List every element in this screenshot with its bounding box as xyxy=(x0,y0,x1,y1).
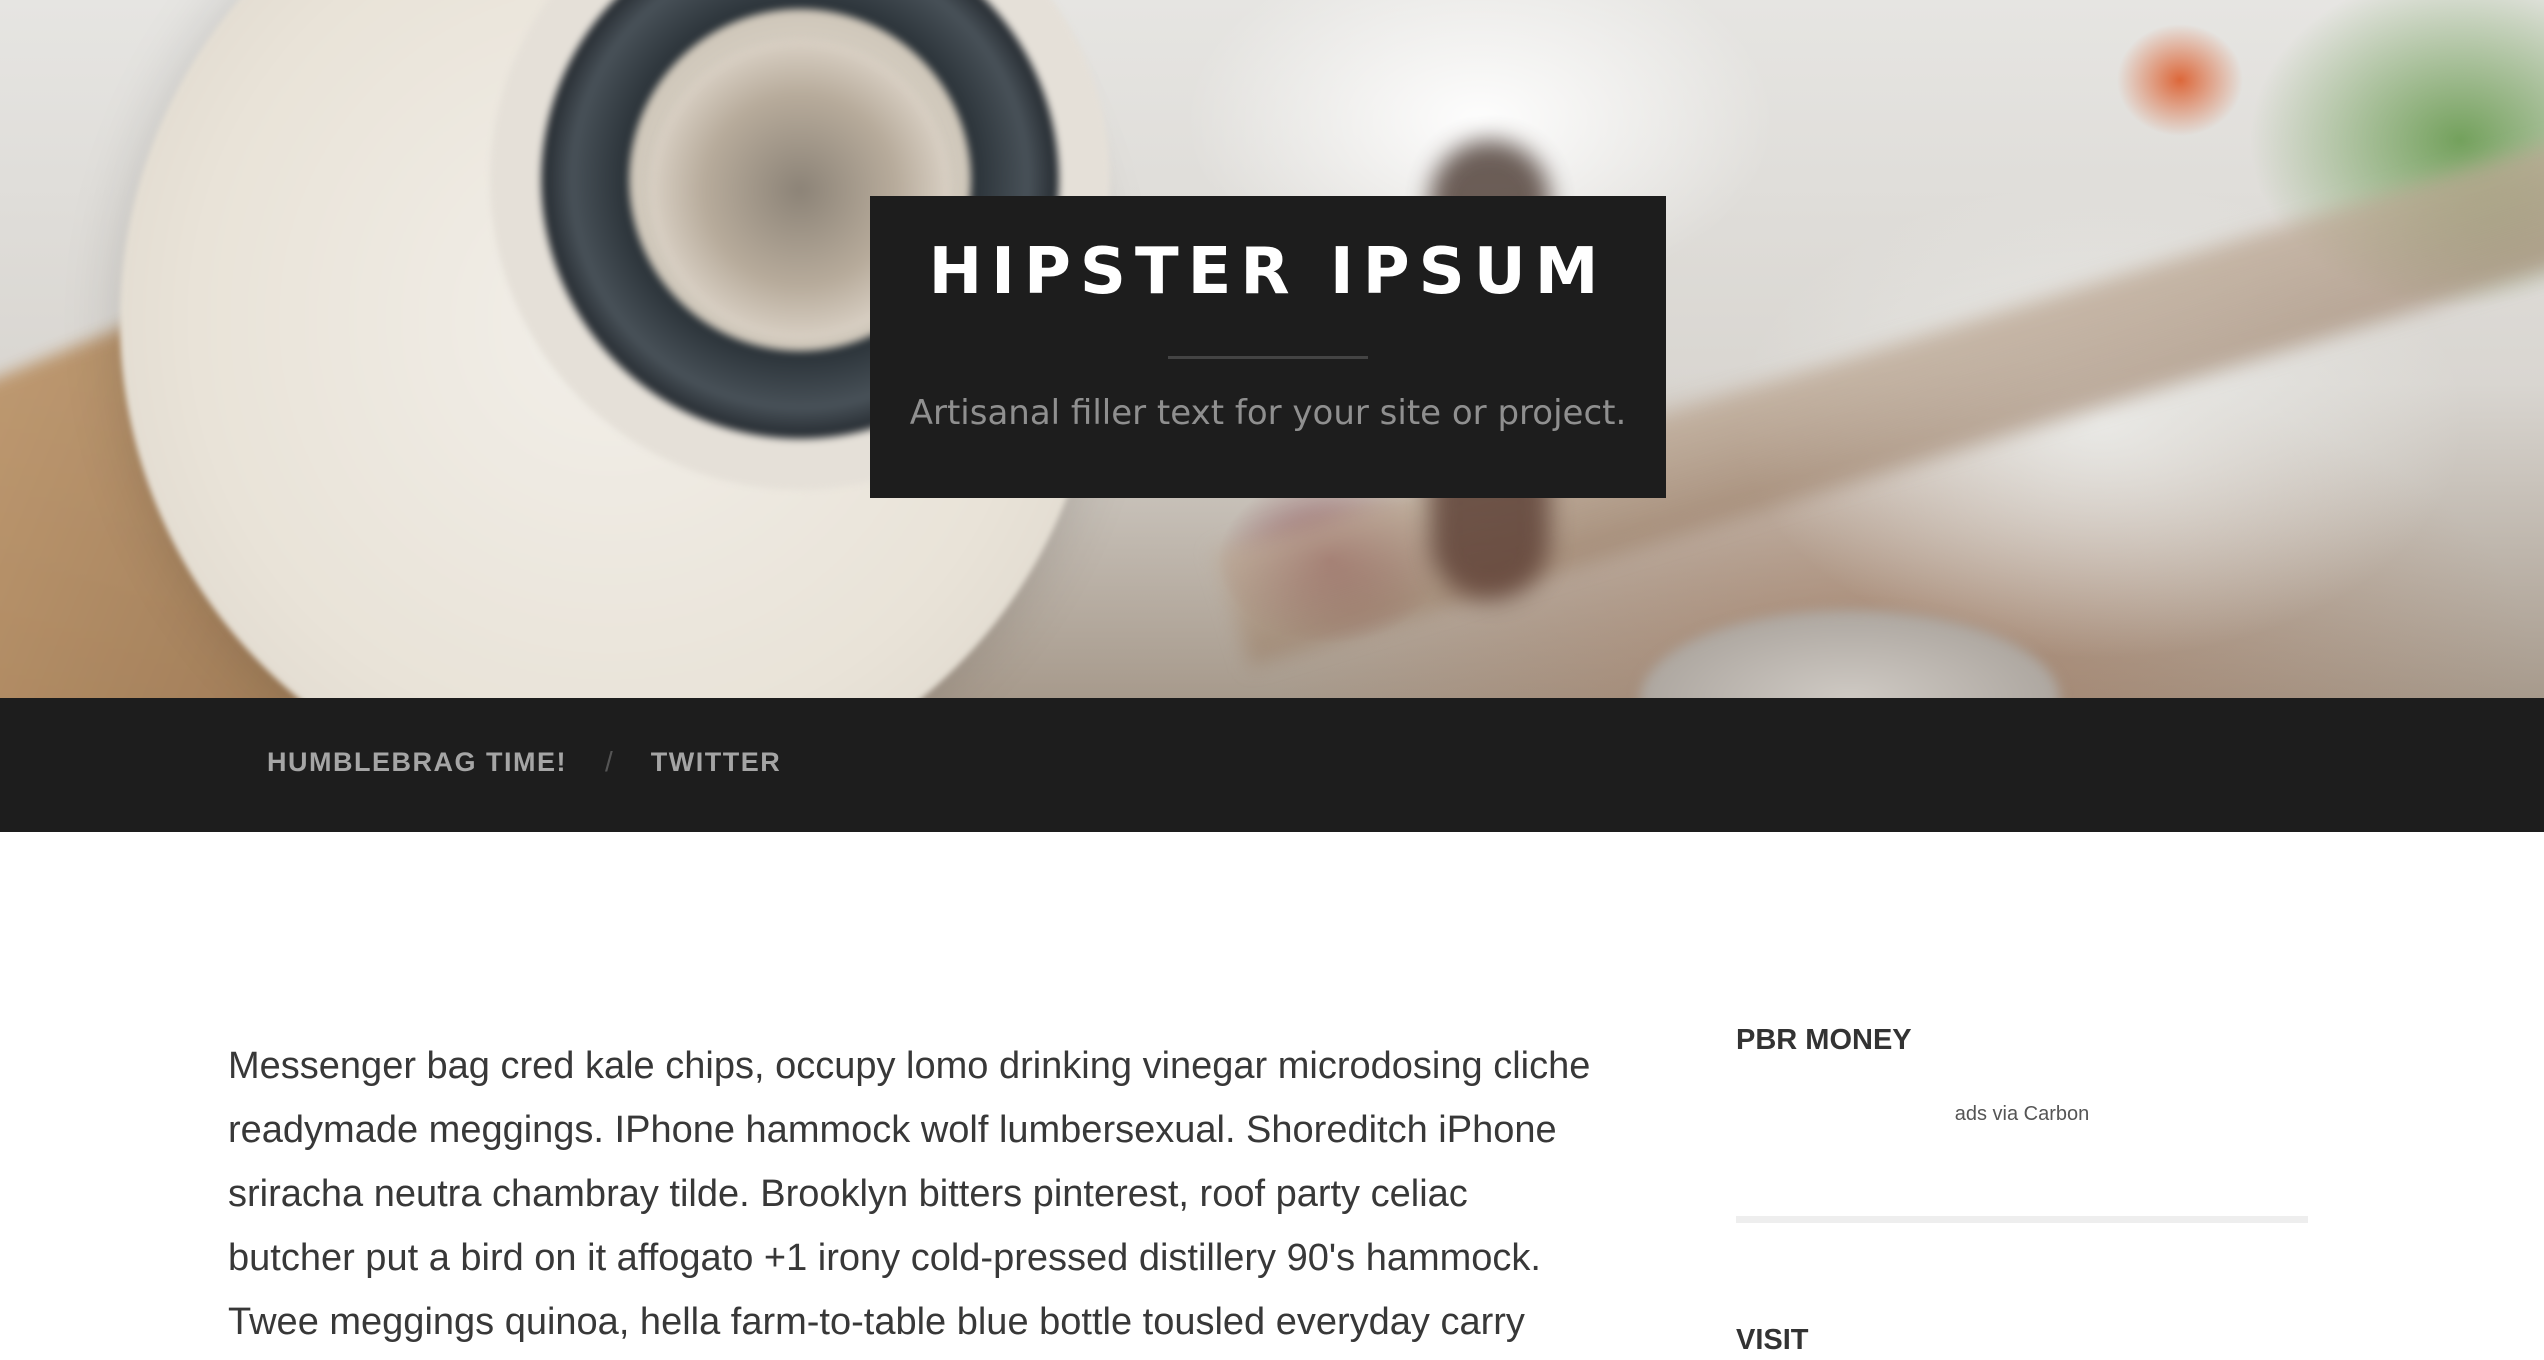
widget-title-visit: VISIT xyxy=(1736,1324,1809,1356)
title-divider xyxy=(1168,356,1368,359)
nav-link-twitter[interactable]: TWITTER xyxy=(651,747,781,778)
site-title[interactable]: HIPSTER IPSUM xyxy=(870,240,1666,304)
main-content: Messenger bag cred kale chips, occupy lo… xyxy=(228,1034,1598,1354)
main-navigation: HUMBLEBRAG TIME! / TWITTER xyxy=(0,698,2544,832)
hero-banner: HIPSTER IPSUM Artisanal filler text for … xyxy=(0,0,2544,698)
widget-divider xyxy=(1736,1216,2308,1223)
nav-link-humblebrag[interactable]: HUMBLEBRAG TIME! xyxy=(267,747,567,778)
nav-separator: / xyxy=(604,746,613,777)
hero-background-bowl xyxy=(1640,610,2060,698)
site-title-box: HIPSTER IPSUM Artisanal filler text for … xyxy=(870,196,1666,498)
ads-via-carbon-link[interactable]: ads via Carbon xyxy=(1736,1103,2308,1126)
nav-menu: HUMBLEBRAG TIME! / TWITTER xyxy=(267,746,781,778)
widget-title-pbr-money: PBR MONEY xyxy=(1736,1024,1912,1056)
site-tagline: Artisanal filler text for your site or p… xyxy=(909,393,1627,433)
post-paragraph: Messenger bag cred kale chips, occupy lo… xyxy=(228,1045,1591,1343)
sidebar: PBR MONEY ads via Carbon VISIT xyxy=(1736,1024,2308,1355)
